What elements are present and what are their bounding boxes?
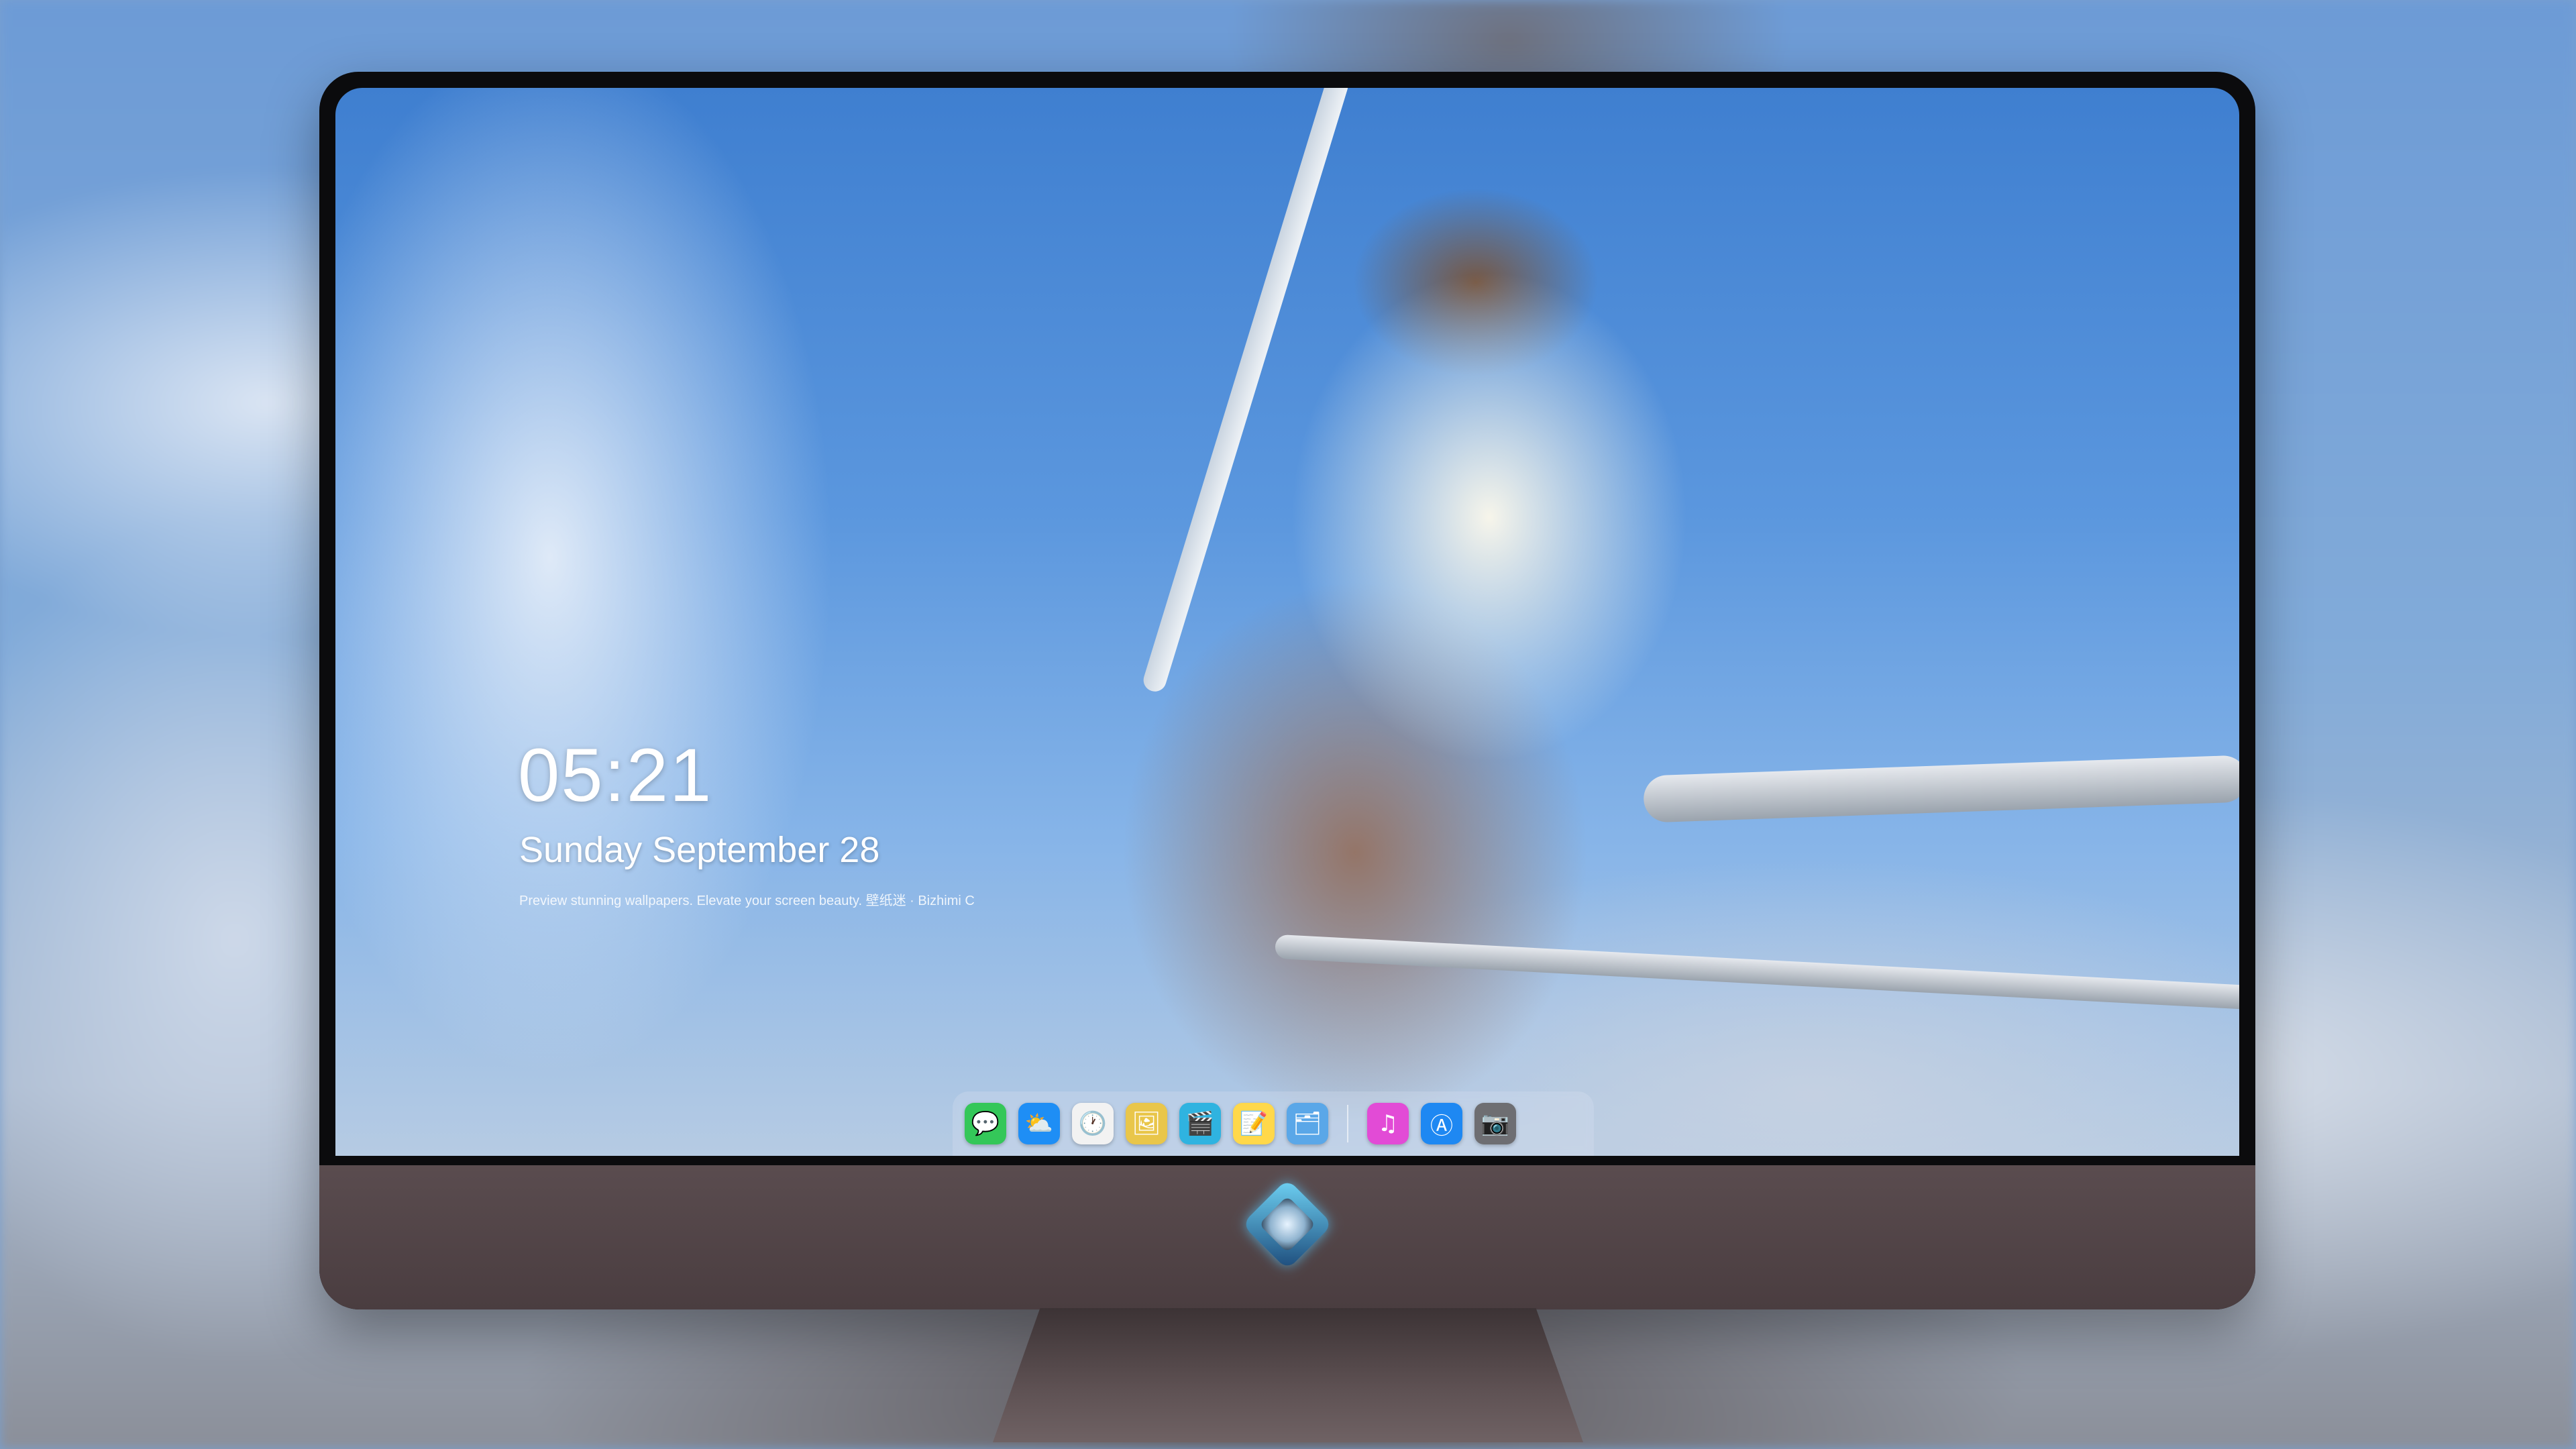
notes-icon[interactable]: 📝 xyxy=(1233,1103,1275,1144)
music-icon[interactable]: ♫ xyxy=(1367,1103,1409,1144)
dock-separator xyxy=(1347,1105,1348,1142)
camera-icon[interactable]: 📷 xyxy=(1474,1103,1516,1144)
monitor-stand xyxy=(993,1308,1583,1442)
wallpaper-railing-lower xyxy=(1275,934,2239,1010)
messages-icon[interactable]: 💬 xyxy=(965,1103,1006,1144)
photos-app-icon[interactable]: 🗂 xyxy=(1287,1103,1328,1144)
lock-screen-date: Sunday September 28 xyxy=(519,830,880,870)
imac-monitor: 05:21 Sunday September 28 Preview stunni… xyxy=(319,72,2255,1309)
weather-icon[interactable]: ⛅ xyxy=(1018,1103,1060,1144)
clock-icon[interactable]: 🕐 xyxy=(1072,1103,1114,1144)
wallpaper-railing xyxy=(1643,755,2239,823)
wallpaper-caption: Preview stunning wallpapers. Elevate you… xyxy=(519,894,975,908)
wallpaper-lamp-pole xyxy=(1140,88,1351,694)
lock-screen[interactable]: 05:21 Sunday September 28 Preview stunni… xyxy=(335,88,2239,1156)
lock-screen-time: 05:21 xyxy=(518,733,713,817)
preview-icon[interactable]: 🖼 xyxy=(1126,1103,1167,1144)
clips-icon[interactable]: 🎬 xyxy=(1179,1103,1221,1144)
app-store-icon[interactable]: Ⓐ xyxy=(1421,1103,1462,1144)
dock: 💬 ⛅ 🕐 🖼 🎬 📝 🗂 ♫ Ⓐ 📷 xyxy=(953,1091,1594,1156)
brand-logo-icon xyxy=(1242,1179,1333,1270)
monitor-chin xyxy=(319,1165,2255,1309)
